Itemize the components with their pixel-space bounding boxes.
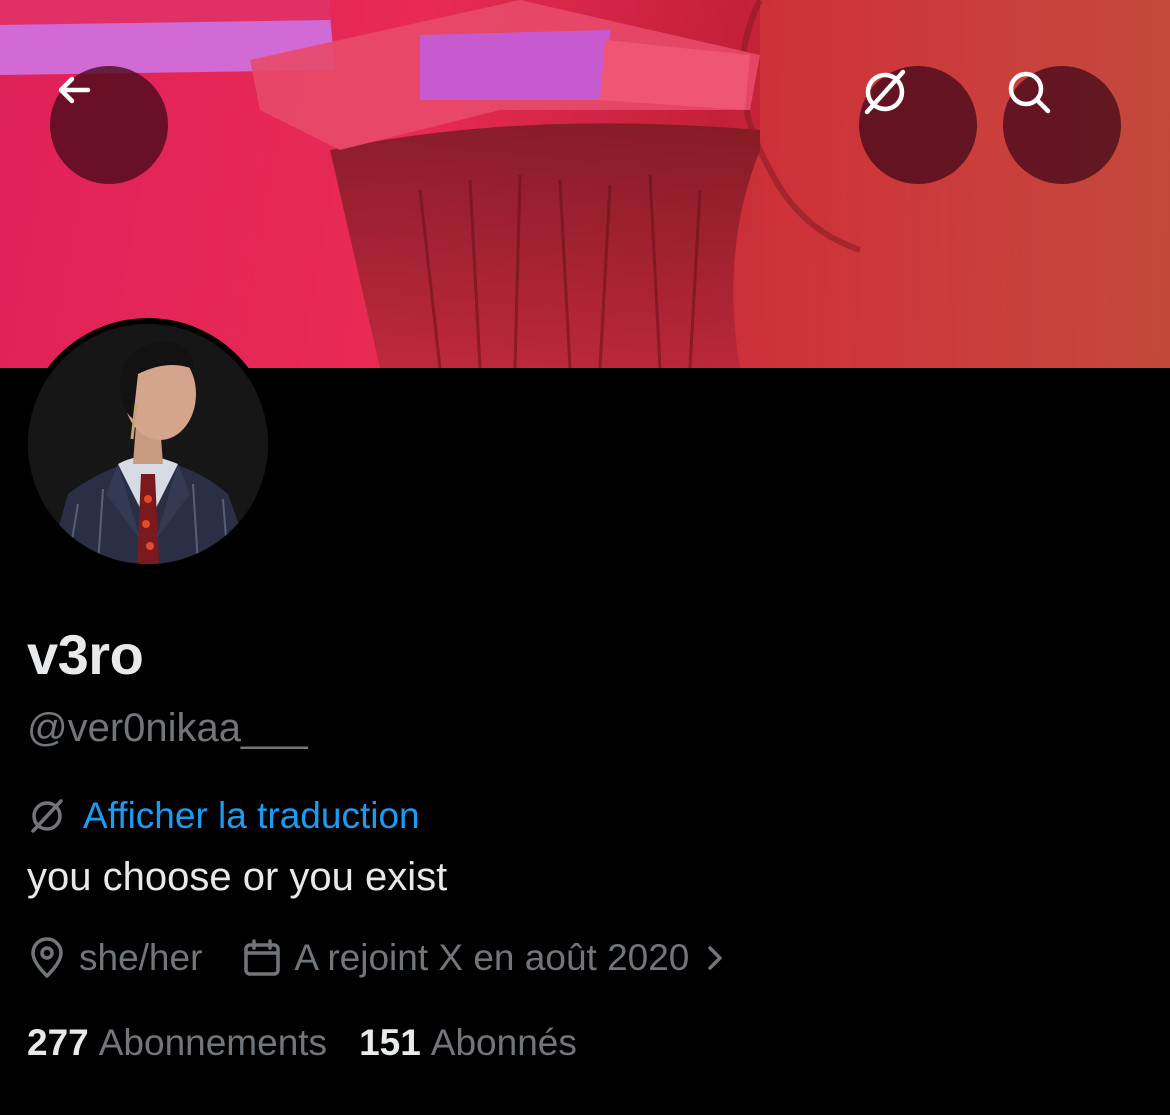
avatar[interactable] xyxy=(22,318,274,570)
arrow-left-icon xyxy=(58,76,91,104)
following-link[interactable]: 277 Abonnements xyxy=(27,1022,327,1064)
profile-banner[interactable] xyxy=(0,0,1170,368)
search-icon xyxy=(1008,71,1051,114)
back-button[interactable] xyxy=(50,66,168,184)
banner-image xyxy=(0,0,1170,368)
joined-date-item[interactable]: A rejoint X en août 2020 xyxy=(242,937,729,979)
avatar-image xyxy=(28,324,268,564)
translate-icon xyxy=(31,799,63,833)
translate-icon xyxy=(864,69,906,115)
follow-stats: 277 Abonnements 151 Abonnés xyxy=(27,1022,577,1064)
location-pin-icon xyxy=(31,937,63,978)
search-button[interactable] xyxy=(1003,66,1121,184)
pronouns-item: she/her xyxy=(27,936,202,980)
translate-bio-row[interactable]: Afficher la traduction xyxy=(27,795,420,837)
handle: @ver0nikaa___ xyxy=(27,706,308,750)
joined-date-text: A rejoint X en août 2020 xyxy=(294,937,690,978)
bio: you choose or you exist xyxy=(27,855,448,899)
followers-count: 151 xyxy=(359,1022,421,1063)
followers-label: Abonnés xyxy=(430,1022,577,1063)
chevron-right-icon xyxy=(708,946,723,970)
following-label: Abonnements xyxy=(98,1022,328,1063)
calendar-icon xyxy=(244,939,281,976)
translate-button[interactable] xyxy=(859,66,977,184)
followers-link[interactable]: 151 Abonnés xyxy=(359,1022,577,1064)
pronouns-text: she/her xyxy=(79,937,203,978)
profile-page: v3ro @ver0nikaa___ Afficher la traductio… xyxy=(0,0,1170,1115)
display-name: v3ro xyxy=(27,623,144,686)
profile-meta: she/her A rejoint X en août 2020 xyxy=(27,936,729,980)
following-count: 277 xyxy=(27,1022,89,1063)
translate-bio-link[interactable]: Afficher la traduction xyxy=(83,795,420,837)
